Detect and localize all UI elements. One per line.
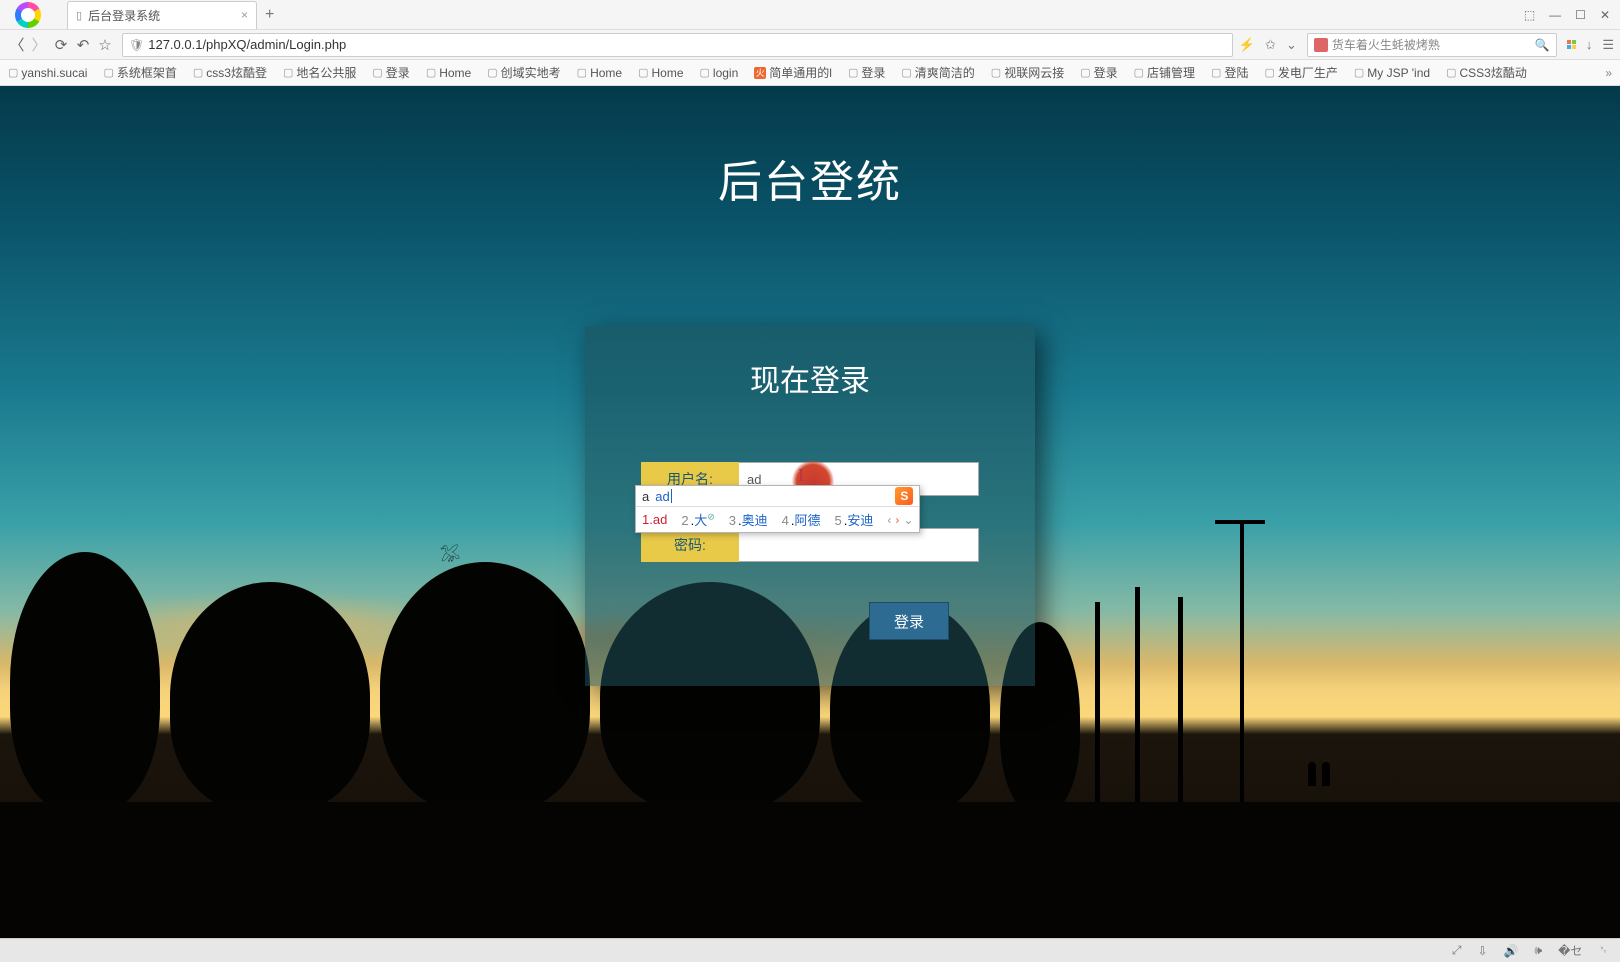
status-zoom-icon[interactable]: �セ	[1558, 942, 1582, 959]
security-icon: 🛡	[129, 38, 144, 52]
tab-close-icon[interactable]: ×	[241, 8, 248, 22]
status-more-icon[interactable]: ␋	[1598, 943, 1608, 958]
star-outline-icon[interactable]: ✩	[1265, 37, 1276, 53]
bookmark-item[interactable]: ▢创域实地考	[487, 64, 560, 81]
background-pole	[1178, 597, 1183, 802]
nav-forward-button[interactable]: 〉	[28, 34, 50, 55]
ime-candidate[interactable]: 2.大⊘	[681, 510, 714, 529]
bookmark-item[interactable]: ▢CSS3炫酷动	[1446, 64, 1527, 81]
bookmark-item[interactable]: ▢登录	[372, 64, 409, 81]
window-close-icon[interactable]: ✕	[1600, 8, 1610, 22]
apps-grid-icon[interactable]	[1567, 40, 1576, 49]
bookmark-item[interactable]: ▢Home	[638, 66, 683, 80]
ime-next-icon[interactable]: ›	[895, 513, 899, 527]
nav-favorite-button[interactable]: ☆	[94, 36, 116, 54]
address-bar: 〈 〉 ⟳ ↶ ☆ 🛡 127.0.0.1/phpXQ/admin/Login.…	[0, 30, 1620, 60]
browser-statusbar: ⤢ ⇩ 🔊 🕪 �セ ␋	[0, 938, 1620, 962]
bookmark-item[interactable]: ▢登录	[848, 64, 885, 81]
window-skin-icon[interactable]: ⬚	[1524, 8, 1535, 22]
background-tree	[170, 582, 370, 812]
password-row: 密码:	[641, 528, 979, 562]
ime-candidate[interactable]: 3.奥迪	[729, 510, 768, 529]
bookmark-item[interactable]: ▢css3炫酷登	[193, 64, 267, 81]
status-refresh-icon[interactable]: ⤢	[1452, 943, 1462, 958]
search-icon[interactable]: 🔍	[1535, 38, 1550, 52]
bookmark-item[interactable]: ▢系统框架首	[103, 64, 176, 81]
login-card-title: 现在登录	[585, 356, 1035, 400]
search-placeholder: 货车着火生蚝被烤熟	[1332, 36, 1440, 53]
bookmark-item[interactable]: ▢地名公共服	[283, 64, 356, 81]
background-pole	[1135, 587, 1140, 802]
download-icon[interactable]: ↓	[1586, 37, 1593, 52]
background-tree	[10, 552, 160, 812]
sogou-logo-icon: S	[895, 487, 913, 505]
bookmark-item[interactable]: ▢店铺管理	[1134, 64, 1195, 81]
window-minimize-icon[interactable]: —	[1549, 8, 1561, 22]
status-sound-icon[interactable]: 🔊	[1504, 944, 1519, 958]
password-input[interactable]	[739, 528, 979, 562]
bookmark-item[interactable]: ▢发电厂生产	[1264, 64, 1337, 81]
bookmark-item[interactable]: ▢Home	[426, 66, 471, 80]
ime-composition: ad	[655, 489, 669, 504]
background-bird: 𓅮	[440, 541, 460, 567]
nav-undo-button[interactable]: ↶	[72, 36, 94, 54]
bookmark-item[interactable]: ▢Home	[577, 66, 622, 80]
background-streetlight	[1240, 522, 1244, 802]
ime-popup[interactable]: a ad S 1.ad 2.大⊘ 3.奥迪 4.阿德 5.安迪 ‹ › ⌄	[635, 485, 920, 533]
login-button[interactable]: 登录	[869, 602, 949, 640]
browser-tab[interactable]: ▯ 后台登录系统 ×	[67, 1, 257, 29]
page-icon: ▯	[76, 9, 82, 22]
dropdown-icon[interactable]: ⌄	[1286, 37, 1297, 53]
page-content: 𓅮 后台登统 现在登录 用户名: 密码: 登录 I a ad S 1.ad 2.…	[0, 86, 1620, 962]
ime-prefix: a	[642, 489, 649, 504]
ime-candidate[interactable]: 5.安迪	[835, 510, 874, 529]
window-titlebar: ▯ 后台登录系统 × + ⬚ — ☐ ✕	[0, 0, 1620, 30]
bookmarks-bar: ▢yanshi.sucai ▢系统框架首 ▢css3炫酷登 ▢地名公共服 ▢登录…	[0, 60, 1620, 86]
password-label: 密码:	[641, 528, 739, 562]
nav-back-button[interactable]: 〈	[6, 34, 28, 55]
bookmark-item[interactable]: ▢登录	[1080, 64, 1117, 81]
browser-logo[interactable]	[0, 0, 55, 30]
ime-composition-row: a ad S	[636, 486, 919, 507]
url-input[interactable]: 🛡 127.0.0.1/phpXQ/admin/Login.php	[122, 33, 1233, 57]
browser-search-input[interactable]: 货车着火生蚝被烤熟 🔍	[1307, 33, 1557, 57]
url-text: 127.0.0.1/phpXQ/admin/Login.php	[148, 37, 346, 52]
nav-reload-button[interactable]: ⟳	[50, 36, 72, 54]
background-people	[1300, 762, 1340, 802]
bookmark-item[interactable]: 火简单通用的l	[754, 64, 832, 81]
ime-menu-icon[interactable]: ⌄	[903, 513, 913, 527]
ime-candidate[interactable]: 1.ad	[642, 512, 667, 527]
tab-title: 后台登录系统	[88, 7, 160, 24]
ime-candidate[interactable]: 4.阿德	[782, 510, 821, 529]
ime-prev-icon[interactable]: ‹	[887, 513, 891, 527]
bookmark-item[interactable]: ▢My JSP 'ind	[1354, 66, 1430, 80]
bookmark-item[interactable]: ▢清爽简洁的	[901, 64, 974, 81]
page-heading: 后台登统	[718, 146, 902, 210]
ime-caret	[671, 489, 672, 503]
flash-icon[interactable]: ⚡	[1239, 37, 1255, 53]
background-tree	[380, 562, 590, 812]
ime-candidates-row: 1.ad 2.大⊘ 3.奥迪 4.阿德 5.安迪 ‹ › ⌄	[636, 507, 919, 532]
status-download-icon[interactable]: ⇩	[1478, 944, 1488, 958]
background-pole	[1095, 602, 1100, 802]
bookmark-item[interactable]: ▢视联网云接	[991, 64, 1064, 81]
bookmark-item[interactable]: ▢yanshi.sucai	[8, 66, 87, 80]
search-engine-icon	[1314, 38, 1328, 52]
status-note-icon[interactable]: 🕪	[1535, 943, 1543, 958]
bookmarks-overflow-icon[interactable]: »	[1605, 66, 1612, 80]
ime-nav: ‹ › ⌄	[887, 513, 913, 527]
window-controls: ⬚ — ☐ ✕	[1524, 8, 1620, 22]
menu-icon[interactable]: ☰	[1602, 37, 1614, 53]
new-tab-button[interactable]: +	[265, 6, 274, 24]
bookmark-item[interactable]: ▢登陆	[1211, 64, 1248, 81]
bookmark-item[interactable]: ▢login	[700, 66, 739, 80]
window-maximize-icon[interactable]: ☐	[1575, 8, 1586, 22]
